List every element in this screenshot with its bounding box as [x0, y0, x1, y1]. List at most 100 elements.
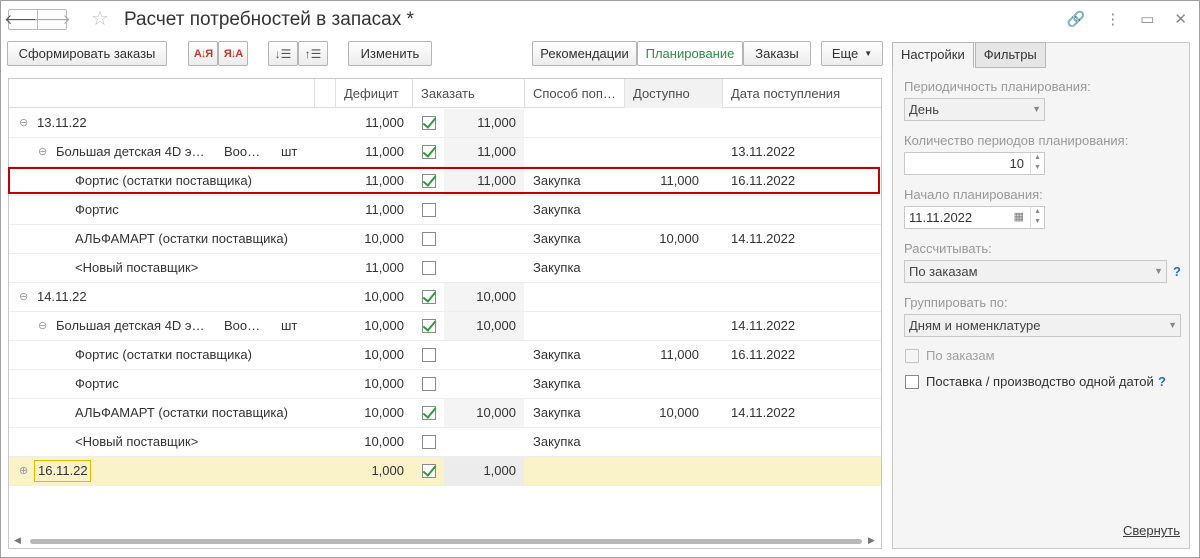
order-checkbox[interactable]	[422, 348, 436, 362]
table-row[interactable]: ⊖ 14.11.22 10,000 10,000	[9, 283, 881, 312]
method-cell	[533, 312, 623, 340]
order-quantity-cell[interactable]	[444, 254, 516, 282]
order-checkbox[interactable]	[422, 464, 436, 478]
method-cell: Закупка	[533, 260, 581, 275]
favorite-star-icon[interactable]: ☆	[91, 6, 109, 31]
deficit-cell: 11,000	[365, 173, 404, 188]
calendar-icon[interactable]: ▦	[1014, 207, 1024, 228]
mode-recommendations-button[interactable]: Рекомендации	[532, 41, 637, 66]
list-sort-up-button[interactable]: ↑☰	[298, 41, 328, 66]
deficit-cell: 10,000	[364, 289, 404, 304]
order-quantity-cell[interactable]: 11,000	[444, 138, 516, 166]
available-cell	[624, 254, 699, 282]
sort-desc-button[interactable]: Я↓А	[218, 41, 248, 66]
order-quantity-cell[interactable]	[444, 428, 516, 456]
order-quantity-cell[interactable]: 1,000	[444, 457, 516, 485]
minimize-icon[interactable]: ▭	[1140, 10, 1154, 28]
periods-count-input[interactable]: 10 ▲ ▼	[904, 152, 1045, 175]
deficit-cell: 10,000	[364, 376, 404, 391]
scroll-left-icon[interactable]: ◀	[14, 535, 21, 546]
column-header-order[interactable]: Заказать	[412, 79, 524, 108]
by-orders-checkbox[interactable]	[905, 349, 919, 363]
collapse-icon[interactable]: ⊖	[19, 116, 28, 129]
order-quantity-cell[interactable]: 10,000	[444, 399, 516, 427]
tab-settings[interactable]: Настройки	[892, 42, 974, 68]
spinner-icon[interactable]: ▲ ▼	[1030, 153, 1044, 174]
table-row[interactable]: Фортис 11,000 Закупка	[9, 196, 881, 225]
start-date-input[interactable]: 11.11.2022 ▦ ▲ ▼	[904, 206, 1045, 229]
collapse-icon[interactable]: ⊖	[38, 319, 47, 332]
calculate-select[interactable]: По заказам ▼	[904, 260, 1167, 283]
single-date-checkbox[interactable]	[905, 375, 919, 389]
order-checkbox[interactable]	[422, 116, 436, 130]
horizontal-scrollbar[interactable]: ◀ ▶	[8, 534, 882, 548]
table-row[interactable]: АЛЬФАМАРТ (остатки поставщика) 10,000 Заку…	[9, 225, 881, 254]
collapse-icon[interactable]: ⊖	[38, 145, 47, 158]
order-quantity-cell[interactable]	[444, 370, 516, 398]
order-quantity-cell[interactable]	[444, 225, 516, 253]
collapse-link[interactable]: Свернуть	[1123, 523, 1180, 538]
mode-planning-button[interactable]: Планирование	[637, 41, 743, 66]
table-row[interactable]: Фортис 10,000 Закупка	[9, 370, 881, 399]
order-quantity-cell[interactable]: 10,000	[444, 283, 516, 311]
sort-asc-button[interactable]: А↓Я	[188, 41, 218, 66]
column-header-deficit[interactable]: Дефицит	[335, 79, 412, 108]
edit-button[interactable]: Изменить	[348, 41, 432, 66]
order-checkbox[interactable]	[422, 377, 436, 391]
table-row[interactable]: АЛЬФАМАРТ (остатки поставщика) 10,000 10,0…	[9, 399, 881, 428]
order-quantity-cell[interactable]: 11,000	[444, 167, 516, 195]
table-row[interactable]: <Новый поставщик> 11,000 Закупка	[9, 254, 881, 283]
table-row[interactable]: ⊖ Большая детская 4D э… Воо… шт 11,000 11,000…	[9, 138, 881, 167]
close-icon[interactable]: ✕	[1174, 10, 1187, 28]
order-quantity-cell[interactable]	[444, 341, 516, 369]
periodicity-select[interactable]: День ▼	[904, 98, 1045, 121]
tab-filters[interactable]: Фильтры	[974, 42, 1046, 68]
available-cell	[624, 428, 699, 456]
group-by-select[interactable]: Дням и номенклатуре ▼	[904, 314, 1181, 337]
arrival-date-cell	[731, 196, 851, 224]
table-row[interactable]: Фортис (остатки поставщика) 11,000 11,000 З…	[9, 167, 881, 196]
table-row[interactable]: ⊕ 16.11.22 1,000 1,000	[9, 457, 881, 486]
order-checkbox[interactable]	[422, 290, 436, 304]
order-quantity-cell[interactable]: 10,000	[444, 312, 516, 340]
deficit-cell: 10,000	[364, 318, 404, 333]
list-sort-down-button[interactable]: ↓☰	[268, 41, 298, 66]
column-header-available[interactable]: Доступно	[624, 79, 722, 108]
more-icon[interactable]: ⋮	[1105, 10, 1120, 28]
help-icon[interactable]: ?	[1158, 374, 1166, 389]
order-checkbox[interactable]	[422, 232, 436, 246]
horizontal-scroll-thumb[interactable]	[30, 539, 862, 544]
order-checkbox[interactable]	[422, 145, 436, 159]
table-row[interactable]: Фортис (остатки поставщика) 10,000 Закупка…	[9, 341, 881, 370]
forward-button[interactable]: 🡒	[33, 9, 71, 30]
order-checkbox[interactable]	[422, 319, 436, 333]
table-row[interactable]: <Новый поставщик> 10,000 Закупка	[9, 428, 881, 457]
help-icon[interactable]: ?	[1173, 264, 1181, 279]
method-cell: Закупка	[533, 347, 581, 362]
arrival-date-cell	[731, 283, 851, 311]
collapse-icon[interactable]: ⊖	[19, 290, 28, 303]
arrival-date-cell: 14.11.2022	[731, 231, 796, 246]
scroll-right-icon[interactable]: ▶	[868, 535, 875, 546]
by-orders-label: По заказам	[926, 348, 995, 363]
order-checkbox[interactable]	[422, 261, 436, 275]
link-icon[interactable]: 🔗	[1067, 10, 1086, 28]
order-checkbox[interactable]	[422, 406, 436, 420]
expand-icon[interactable]: ⊕	[19, 464, 28, 477]
order-checkbox[interactable]	[422, 203, 436, 217]
table-row[interactable]: ⊖ 13.11.22 11,000 11,000	[9, 109, 881, 138]
order-quantity-cell[interactable]	[444, 196, 516, 224]
row-name-cell[interactable]: 16.11.22	[34, 460, 91, 482]
dropdown-arrow-icon: ▼	[1154, 266, 1163, 276]
mode-orders-button[interactable]: Заказы	[743, 41, 811, 66]
order-checkbox[interactable]	[422, 174, 436, 188]
date-spinner-icon[interactable]: ▲ ▼	[1030, 207, 1044, 228]
table-row[interactable]: ⊖ Большая детская 4D э… Воо… шт 10,000 10,000…	[9, 312, 881, 341]
column-header-arrival-date[interactable]: Дата поступления	[722, 79, 881, 108]
column-header-method[interactable]: Способ поп…	[524, 79, 624, 108]
vertical-scrollbar[interactable]	[866, 109, 881, 548]
order-checkbox[interactable]	[422, 435, 436, 449]
order-quantity-cell[interactable]: 11,000	[444, 109, 516, 137]
more-button[interactable]: Еще ▼	[821, 41, 883, 66]
generate-orders-button[interactable]: Сформировать заказы	[7, 41, 167, 66]
